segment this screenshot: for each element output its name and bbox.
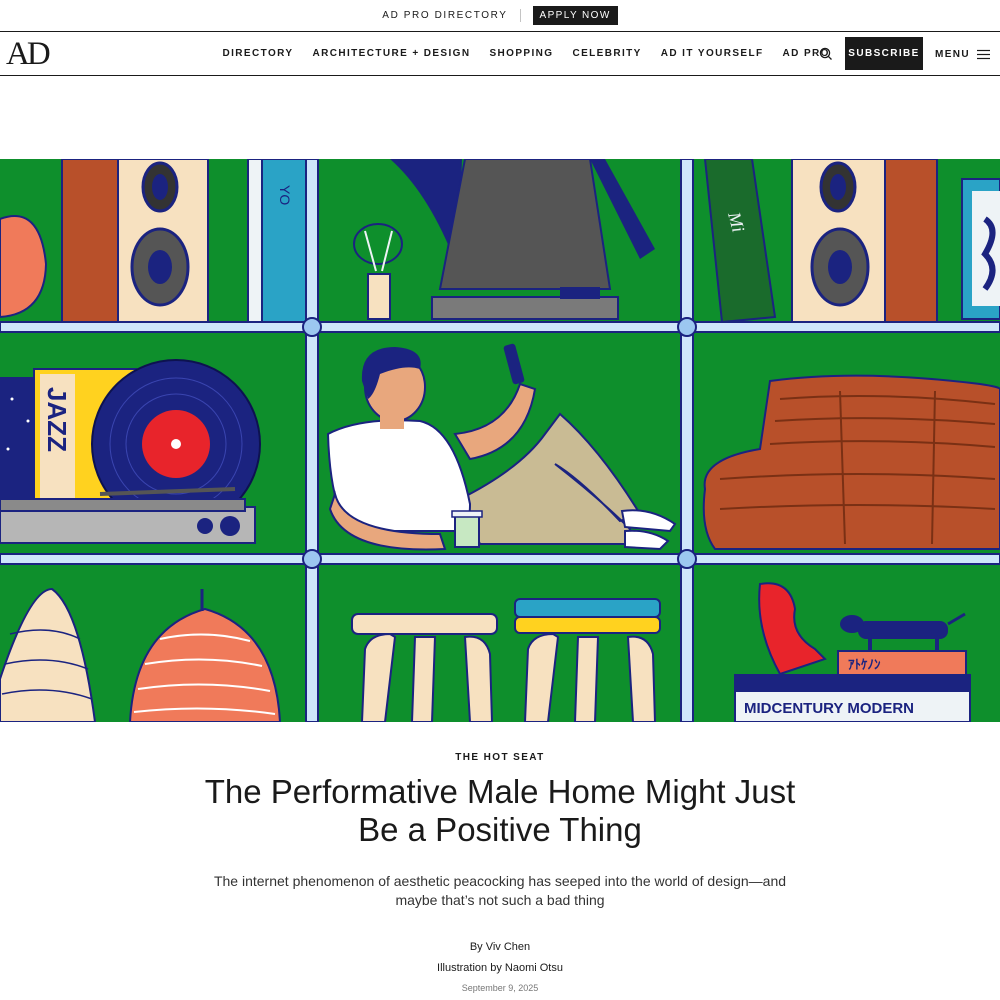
promo-divider <box>519 9 521 22</box>
nav-link-celebrity[interactable]: CELEBRITY <box>572 48 641 59</box>
nav-link-architecture-design[interactable]: ARCHITECTURE + DESIGN <box>312 48 470 59</box>
article-byline[interactable]: By Viv Chen <box>0 941 1000 953</box>
hero-illustration: YO Mi JAZZ ｱﾄｹﾉﾝ MIDCENTURY MODERN <box>0 159 1000 722</box>
ad-logo[interactable]: AD <box>6 37 51 71</box>
hamburger-icon <box>977 49 991 59</box>
stool-left-illustration <box>351 613 498 722</box>
right-speaker-illustration <box>791 159 938 323</box>
nav-links: DIRECTORY ARCHITECTURE + DESIGN SHOPPING… <box>213 32 839 75</box>
book-side-letters: YO <box>277 185 293 205</box>
main-nav: AD DIRECTORY ARCHITECTURE + DESIGN SHOPP… <box>0 32 1000 76</box>
hero-illustration-art: YO Mi JAZZ ｱﾄｹﾉﾝ MIDCENTURY MODERN <box>0 159 1000 722</box>
menu-label: MENU <box>935 48 971 60</box>
nav-link-ad-it-yourself[interactable]: AD IT YOURSELF <box>661 48 764 59</box>
left-speaker-illustration <box>61 159 209 323</box>
article-headline: The Performative Male Home Might Just Be… <box>204 773 796 848</box>
midcentury-modern-spine: MIDCENTURY MODERN <box>744 700 914 717</box>
search-icon <box>819 47 832 60</box>
search-button[interactable] <box>817 45 835 63</box>
nav-link-directory[interactable]: DIRECTORY <box>223 48 294 59</box>
jazz-sleeve-label: JAZZ <box>42 387 72 452</box>
books-left-illustration: YO <box>247 159 309 323</box>
stool-right-illustration <box>514 598 661 722</box>
illustration-credit: Illustration by Naomi Otsu <box>437 962 563 974</box>
promo-bar: AD PRO DIRECTORY APPLY NOW <box>0 0 1000 32</box>
apply-now-button[interactable]: APPLY NOW <box>532 6 618 25</box>
article-dek: The internet phenomenon of aesthetic pea… <box>213 873 787 908</box>
ad-pro-directory-link[interactable]: AD PRO DIRECTORY <box>382 10 507 21</box>
publish-date: September 9, 2025 <box>461 983 539 993</box>
article-rubric[interactable]: THE HOT SEAT <box>0 752 1000 763</box>
menu-button[interactable]: MENU <box>935 45 991 63</box>
nav-link-shopping[interactable]: SHOPPING <box>489 48 553 59</box>
book-top-spine: ｱﾄｹﾉﾝ <box>848 658 881 673</box>
subscribe-button[interactable]: SUBSCRIBE <box>845 37 923 70</box>
